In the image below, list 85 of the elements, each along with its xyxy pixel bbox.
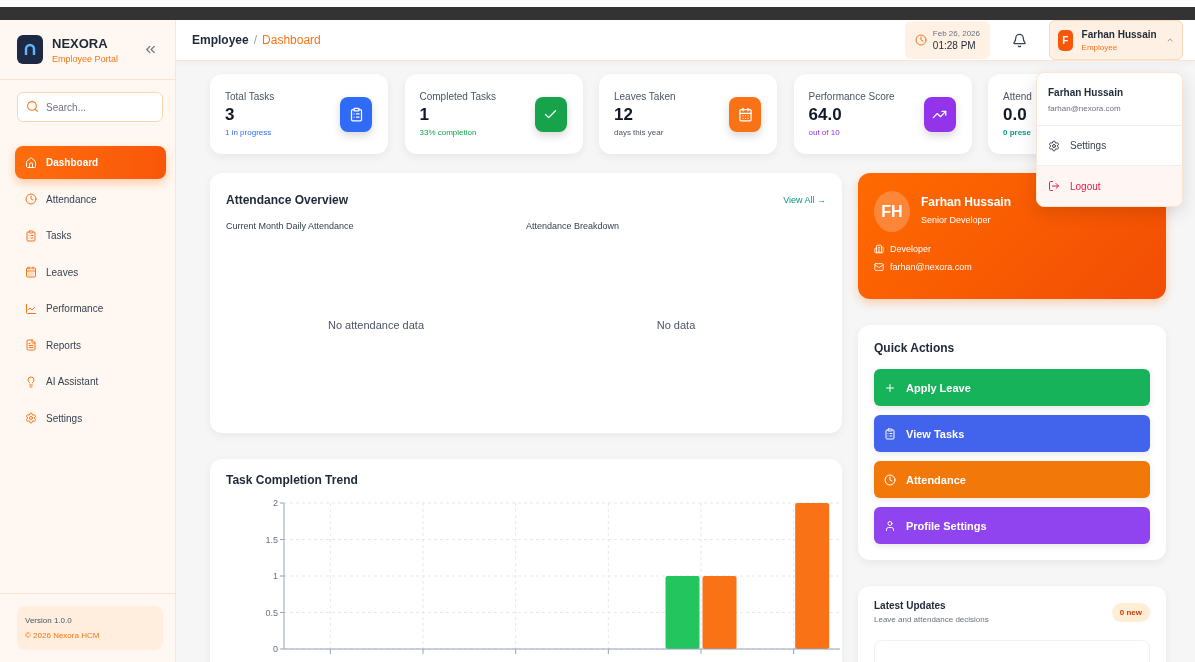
axis-tick-label: 1.5 bbox=[265, 534, 278, 545]
chart-icon bbox=[25, 302, 37, 315]
brand-name: NEXORA bbox=[52, 35, 109, 51]
nav-item[interactable]: AI Assistant bbox=[15, 365, 166, 398]
stat-label: Performance Score bbox=[808, 91, 895, 102]
stat-label: Attend bbox=[1003, 91, 1032, 102]
brand-subtitle: Employee Portal bbox=[52, 53, 120, 64]
stat-label: Leaves Taken bbox=[614, 91, 676, 102]
search-field[interactable]: Search... bbox=[17, 92, 163, 122]
user-icon bbox=[884, 519, 896, 532]
profile-title: Senior Developer bbox=[921, 215, 992, 225]
copyright-text: © 2026 Nexora HCM bbox=[25, 631, 101, 640]
clock-icon bbox=[914, 34, 927, 46]
lightbulb-icon bbox=[25, 375, 37, 388]
empty-message: No attendance data bbox=[327, 319, 425, 333]
axis-tick-label: 0 bbox=[273, 644, 278, 654]
profile-avatar: FH bbox=[874, 191, 910, 232]
search-icon bbox=[26, 100, 39, 113]
profile-name: Farhan Hussain bbox=[921, 195, 1012, 209]
axis-tick-label: 2 bbox=[273, 498, 278, 508]
nav-item[interactable]: Leaves bbox=[15, 255, 166, 289]
plus-icon bbox=[884, 381, 896, 394]
empty-message: No data bbox=[655, 319, 697, 333]
settings-icon bbox=[1048, 139, 1060, 152]
menu-item[interactable]: Logout bbox=[1037, 166, 1182, 206]
settings-icon bbox=[25, 412, 37, 424]
breadcrumb-current: Dashboard bbox=[262, 33, 321, 47]
clock-icon bbox=[884, 473, 896, 486]
date-text: Feb 26, 2026 bbox=[932, 29, 980, 38]
mail-icon bbox=[874, 262, 884, 272]
stat-note: 33% completion bbox=[419, 128, 478, 137]
stat-note: days this year bbox=[614, 128, 665, 137]
new-count-badge: 0 new bbox=[1111, 602, 1150, 622]
stat-value: 0.0 bbox=[1003, 105, 1028, 125]
clipboard-icon bbox=[25, 229, 37, 242]
menu-user-name: Farhan Hussain bbox=[1048, 87, 1125, 98]
calendar-icon bbox=[25, 266, 37, 278]
clock-icon bbox=[25, 193, 37, 205]
time-text: 01:28 PM bbox=[932, 40, 977, 51]
version-text: Version 1.0.0 bbox=[25, 616, 73, 625]
document-icon bbox=[25, 339, 37, 351]
user-name: Farhan Hussain bbox=[1081, 28, 1157, 40]
stat-label: Completed Tasks bbox=[419, 91, 497, 102]
home-icon bbox=[25, 156, 37, 169]
section-title: Attendance Breakdown bbox=[526, 221, 621, 231]
profile-email: farhan@nexora.com bbox=[890, 262, 972, 272]
axis-tick-label: 0.5 bbox=[265, 607, 278, 618]
axis-tick-label: 1 bbox=[273, 571, 278, 581]
stat-note: 0 prese bbox=[1003, 128, 1032, 137]
section-title: Current Month Daily Attendance bbox=[226, 221, 355, 231]
stat-value: 3 bbox=[225, 105, 236, 125]
card-title: Attendance Overview bbox=[226, 193, 349, 207]
clipboard-icon bbox=[348, 106, 364, 122]
user-avatar: F bbox=[1058, 29, 1073, 51]
logout-icon bbox=[1048, 180, 1060, 192]
profile-role: Developer bbox=[890, 244, 932, 254]
nav-item[interactable]: Reports bbox=[15, 328, 166, 362]
quick-action-button[interactable]: View Tasks bbox=[874, 415, 1150, 452]
bell-icon bbox=[1012, 32, 1027, 48]
menu-user-email: farhan@nexora.com bbox=[1048, 104, 1122, 113]
stat-value: 1 bbox=[419, 105, 430, 125]
stat-value: 12 bbox=[614, 105, 634, 125]
nav-item[interactable]: Performance bbox=[15, 292, 166, 325]
breadcrumb-link[interactable]: Employee bbox=[192, 33, 249, 47]
card-subtitle: Leave and attendance decisions bbox=[874, 615, 989, 624]
nav-item[interactable]: Settings bbox=[15, 401, 166, 435]
stat-value: 64.0 bbox=[808, 105, 843, 125]
view-all-link[interactable]: View All → bbox=[783, 195, 826, 205]
logo-icon bbox=[17, 35, 43, 64]
card-title: Latest Updates bbox=[874, 600, 947, 611]
card-title: Task Completion Trend bbox=[226, 473, 359, 487]
user-role: Employee bbox=[1081, 42, 1119, 52]
user-menu-button[interactable]: F Farhan Hussain Employee bbox=[1049, 20, 1183, 60]
stat-note: 1 in progress bbox=[225, 128, 273, 137]
quick-action-button[interactable]: Profile Settings bbox=[874, 507, 1150, 544]
stat-label: Total Tasks bbox=[225, 91, 275, 102]
stat-note: out of 10 bbox=[808, 128, 841, 137]
clipboard-icon bbox=[884, 427, 896, 440]
calendar-icon bbox=[737, 106, 753, 122]
nav-item[interactable]: Attendance bbox=[15, 182, 166, 216]
card-title: Quick Actions bbox=[874, 341, 956, 355]
nav-item[interactable]: Tasks bbox=[15, 219, 166, 252]
menu-item[interactable]: Settings bbox=[1037, 126, 1182, 166]
building-icon bbox=[874, 244, 884, 254]
breadcrumb-separator: / bbox=[253, 33, 258, 47]
